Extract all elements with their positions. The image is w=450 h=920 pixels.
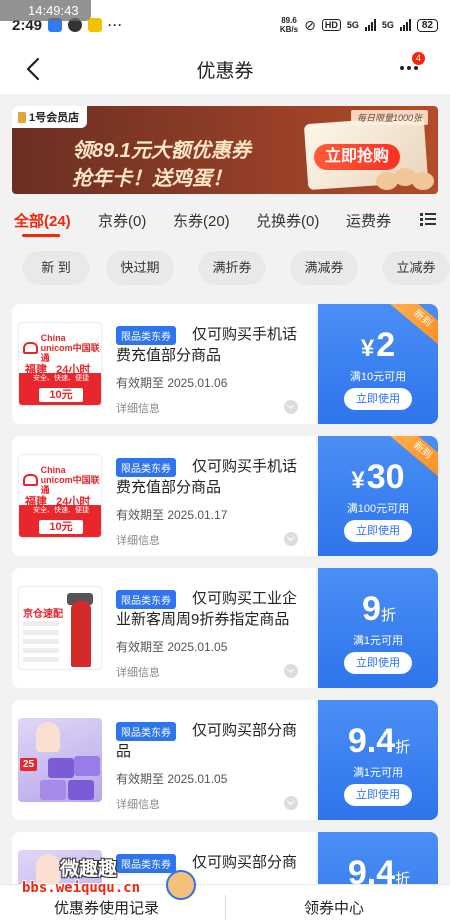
mascot-icon [166,870,196,900]
battery-icon: 82 [416,18,438,32]
filter-threshold-discount[interactable]: 满减券 [290,251,358,285]
nav-bar: 优惠券 4 [0,44,450,94]
grab-now-button[interactable]: 立即抢购 [314,144,400,170]
tissue-pack-icon [74,756,100,776]
more-notifications-icon: ··· [108,18,124,32]
filter-percent-off[interactable]: 满折券 [198,251,266,285]
details-link[interactable]: 详细信息 [116,532,160,548]
details-link[interactable]: 详细信息 [116,796,160,812]
coupon-info: 京仓速配 限品类东券 仅可购买工业企业新客周周9折券指定商品 有效期至 2025… [12,568,316,688]
coupon-card: China unicom中国联通 福建 24小时 安全、快速、便捷 10元 限品类… [12,304,438,424]
model-image [36,722,60,752]
details-link[interactable]: 详细信息 [116,664,160,680]
signal-icon [364,19,376,31]
coupon-condition: 满1元可用 [352,767,404,779]
coupon-card: 京仓速配 限品类东券 仅可购买工业企业新客周周9折券指定商品 有效期至 2025… [12,568,438,688]
signal-icon [399,19,411,31]
tissue-pack-icon [68,780,94,800]
notification-badge: 4 [412,52,425,65]
coupon-title: 仅可购买工业企业新客周周9折券指定商品 [116,590,298,628]
coupon-value-panel: 9折 满1元可用 立即使用 [318,568,438,688]
unicom-knot-icon [23,474,38,486]
tab-dong-coupons[interactable]: 东券(20) [173,210,230,231]
product-image: 25 [18,718,102,802]
filter-instant-discount[interactable]: 立减券 [382,251,450,285]
coupon-condition: 满100元可用 [346,503,410,515]
chevron-left-icon [26,57,40,81]
coupon-title: 仅可购买手机话费充值部分商品 [116,326,298,364]
more-icon [400,66,418,70]
link-icon: ⊘ [304,16,316,33]
details-link[interactable]: 详细信息 [116,400,160,416]
tab-exchange-coupons[interactable]: 兑换券(0) [256,210,319,231]
tissue-pack-icon [48,758,74,778]
tab-all[interactable]: 全部(24) [14,210,71,231]
page-title: 优惠券 [196,60,254,82]
tissue-pack-icon [40,780,66,800]
filter-chips: 新 到 快过期 满折券 满减券 立减券 [0,251,450,285]
coupon-tabs: 全部(24) 京券(0) 东券(20) 兑换券(0) 运费券 [0,204,450,236]
coupon-condition: 满10元可用 [349,371,407,383]
product-image: 京仓速配 [18,586,102,670]
product-image: China unicom中国联通 福建 24小时 安全、快速、便捷 10元 [18,454,102,538]
banner-subheadline: 抢年卡！送鸡蛋！ [72,168,232,190]
coupon-value-panel: 新到 ¥2 满10元可用 立即使用 [318,304,438,424]
tab-shipping-coupons[interactable]: 运费券 [346,210,391,231]
coupon-value-panel: 新到 ¥30 满100元可用 立即使用 [318,436,438,556]
fire-extinguisher-icon [71,601,91,667]
use-now-button[interactable]: 立即使用 [344,388,412,410]
coupon-amount: ¥30 [351,458,405,496]
banner-headline: 领89.1元大额优惠券 [72,140,251,162]
network-speed: 89.6 KB/s [279,16,299,34]
coupon-center-button[interactable]: 领券中心 [304,897,364,918]
coupon-info: China unicom中国联通 福建 24小时 安全、快速、便捷 10元 限品类… [12,304,316,424]
overlay-clock: 14:49:43 [0,0,91,21]
use-now-button[interactable]: 立即使用 [344,652,412,674]
brand-logo-icon [18,111,26,123]
chevron-down-icon[interactable] [284,532,298,546]
more-button[interactable]: 4 [398,52,428,82]
chevron-down-icon[interactable] [284,796,298,810]
hd-icon: HD [321,19,341,31]
coupon-amount: ¥2 [360,326,396,364]
coupon-card: China unicom中国联通 福建 24小时 安全、快速、便捷 10元 限品类… [12,436,438,556]
back-button[interactable] [18,54,48,84]
coupon-amount: 9.4折 [347,722,411,760]
chevron-down-icon[interactable] [284,664,298,678]
brand-badge: 1号会员店 [12,106,88,128]
coupon-expiry: 有效期至 2025.01.06 [116,376,228,390]
coupon-info: China unicom中国联通 福建 24小时 安全、快速、便捷 10元 限品类… [12,436,316,556]
china-unicom-logo: China unicom中国联通 [23,333,101,363]
list-view-icon[interactable] [420,212,436,226]
site-watermark: 微趣趣 bbs.weiququ.cn [22,852,198,906]
tab-jd-coupons[interactable]: 京券(0) [98,210,146,231]
product-image: China unicom中国联通 福建 24小时 安全、快速、便捷 10元 [18,322,102,406]
use-now-button[interactable]: 立即使用 [344,784,412,806]
divider [225,895,226,920]
network-type-2: 5G [381,20,394,30]
coupon-expiry: 有效期至 2025.01.17 [116,508,228,522]
unicom-knot-icon [23,342,38,354]
status-right: 89.6 KB/s ⊘ HD 5G 5G 82 [280,16,438,34]
app-icon [88,18,103,32]
coupon-value-panel: 9.4折 满1元可用 立即使用 [318,700,438,820]
coupon-condition: 满1元可用 [352,635,404,647]
coupon-card: 25 限品类东券 仅可购买部分商品 有效期至 2025.01.05 详细信息 9… [12,700,438,820]
network-type-1: 5G [346,20,359,30]
filter-new[interactable]: 新 到 [22,251,90,285]
coupon-amount: 9折 [362,590,396,628]
coupon-title: 仅可购买手机话费充值部分商品 [116,458,298,496]
china-unicom-logo: China unicom中国联通 [23,465,101,495]
filter-expiring[interactable]: 快过期 [106,251,174,285]
coupon-expiry: 有效期至 2025.01.05 [116,772,228,786]
coupon-title: 仅可购买部分商品 [116,722,298,760]
active-tab-indicator [22,234,60,237]
coupon-info: 25 限品类东券 仅可购买部分商品 有效期至 2025.01.05 详细信息 [12,700,316,820]
chevron-down-icon[interactable] [284,400,298,414]
use-now-button[interactable]: 立即使用 [344,520,412,542]
coupon-expiry: 有效期至 2025.01.05 [116,640,228,654]
banner-limit-tag: 每日限量1000张 [350,110,428,125]
promo-banner[interactable]: 1号会员店 每日限量1000张 领89.1元大额优惠券 抢年卡！送鸡蛋！ 立即抢… [12,106,438,194]
